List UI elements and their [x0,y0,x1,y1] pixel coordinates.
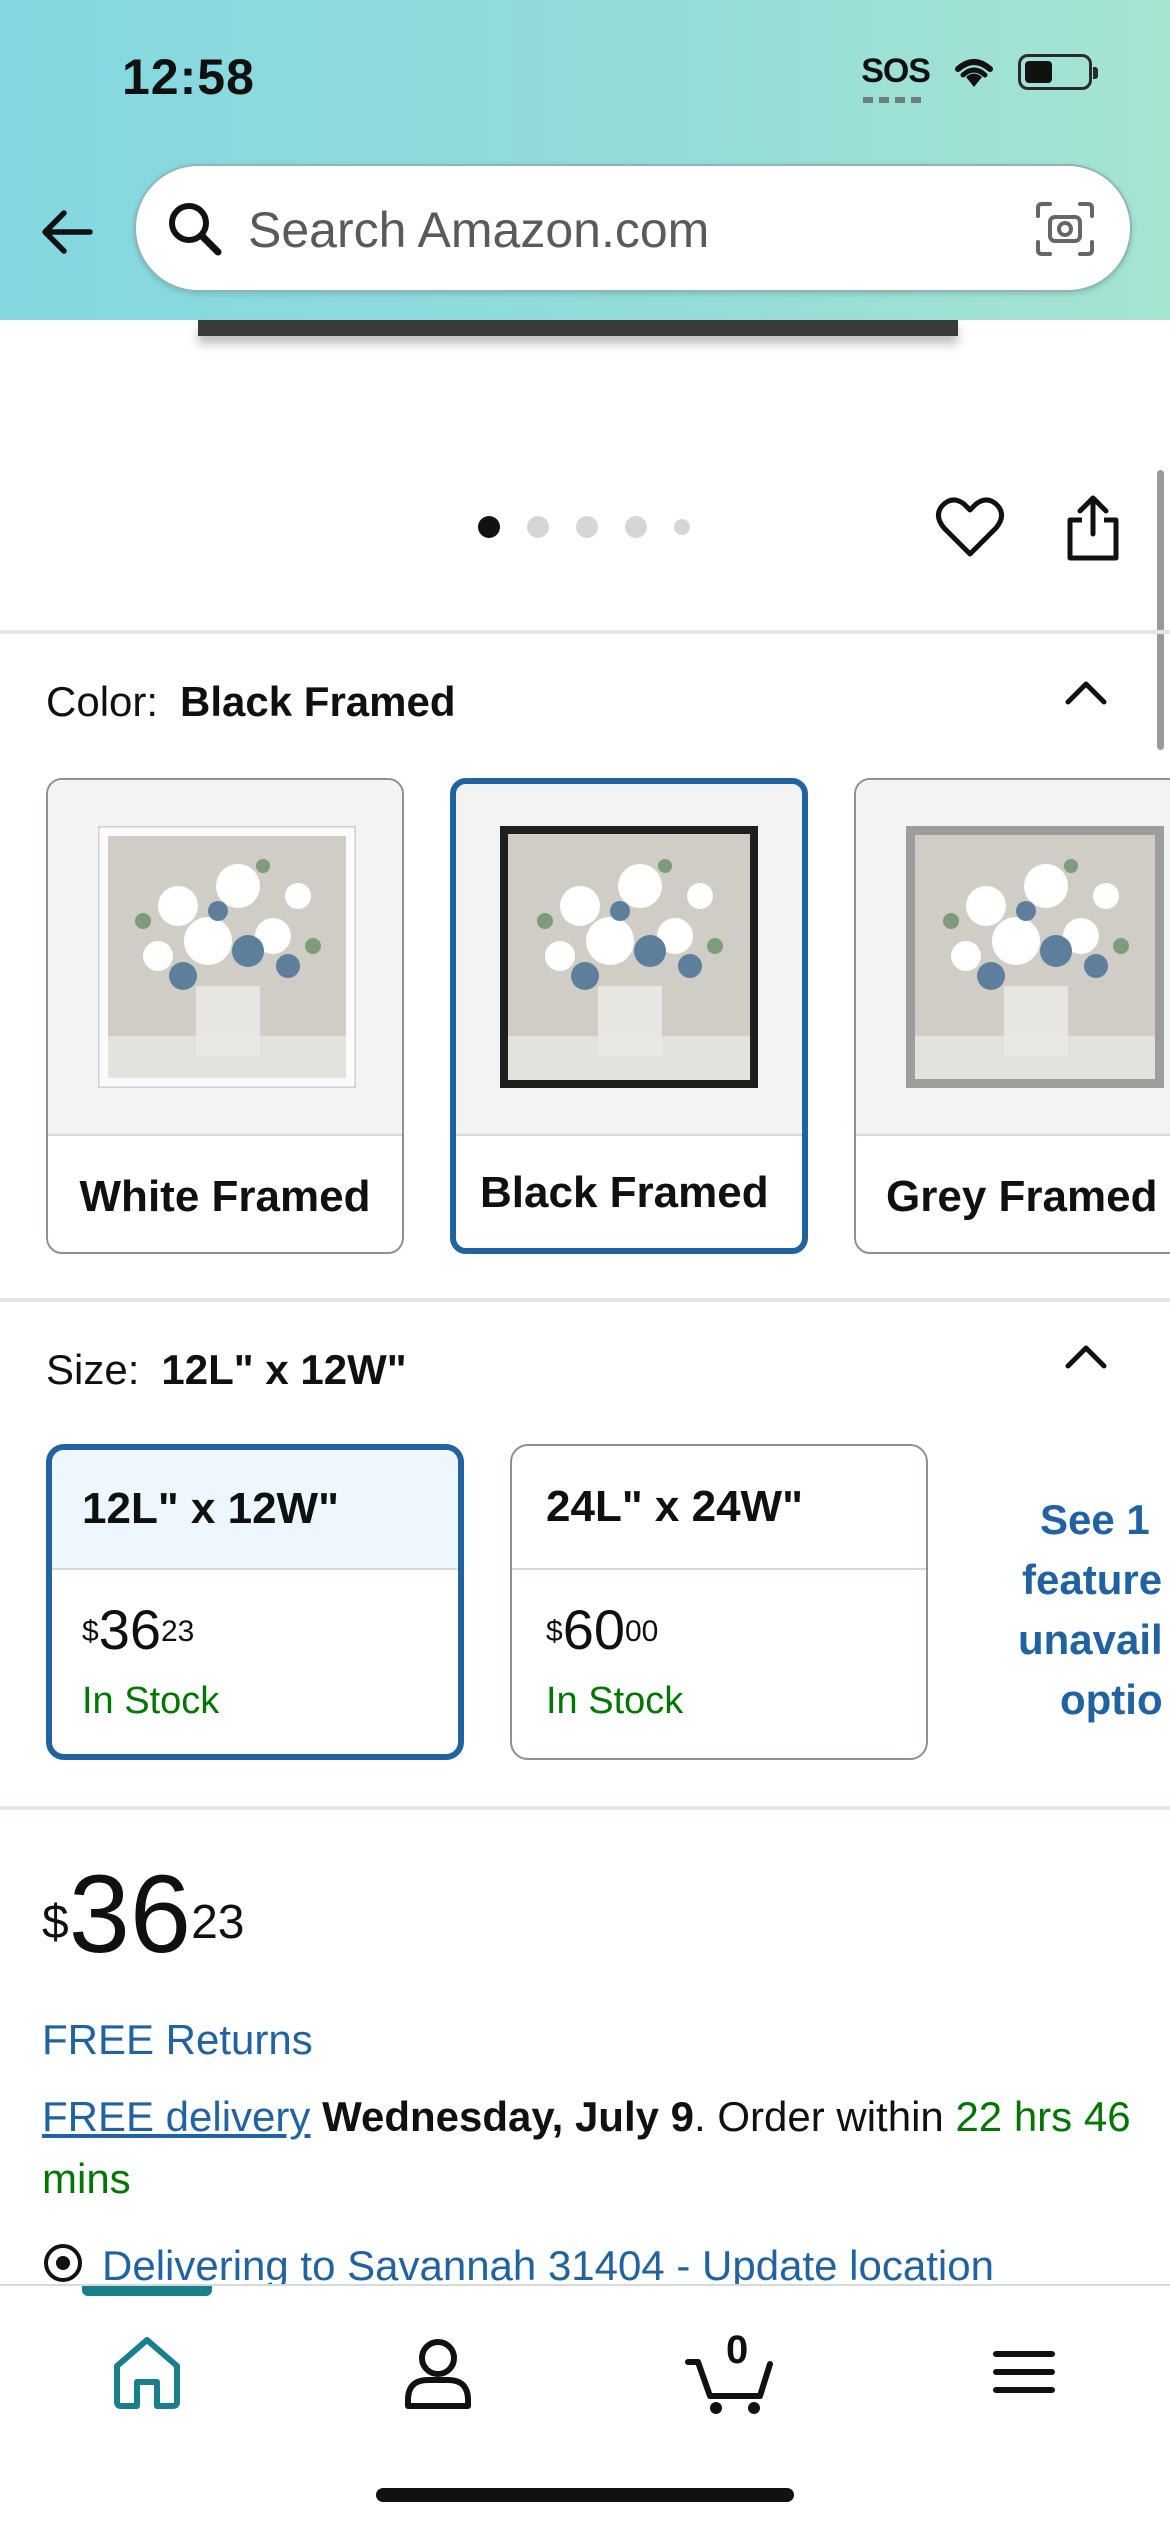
delivery-date: Wednesday, July 9 [322,2093,695,2140]
app-header: 12:58 SOS [0,0,1170,320]
price-cents: 00 [624,1615,659,1648]
see-unavailable-options-link[interactable]: See 1 feature unavail optio [990,1490,1170,1730]
camera-search-icon[interactable] [1034,200,1096,258]
size-label: Size: [46,1346,140,1393]
size-option-price: $3623 [82,1602,194,1658]
currency-symbol: $ [82,1615,99,1648]
cart-button[interactable]: 0 [682,2322,782,2422]
home-indicator-bar[interactable] [376,2488,794,2502]
active-tab-indicator [82,2286,212,2296]
color-selected-value: Black Framed [180,678,456,725]
carousel-dot[interactable] [674,519,690,535]
section-divider [0,1298,1170,1302]
carousel-dot[interactable] [576,516,598,538]
color-option-black-framed[interactable]: Black Framed [450,778,808,1254]
price-whole: 36 [68,1853,192,1976]
size-selected-value: 12L" x 12W" [161,1346,407,1393]
sos-label: SOS [861,52,931,90]
battery-icon [1018,53,1098,90]
currency-symbol: $ [546,1615,563,1648]
free-returns-link[interactable]: FREE Returns [42,2016,313,2064]
floral-art-thumbnail [98,826,356,1088]
order-within-text: . Order within [694,2093,956,2140]
product-image-frame-edge[interactable] [198,320,958,336]
chevron-up-icon[interactable] [1060,672,1112,712]
price-whole: 60 [562,1598,625,1661]
section-divider [0,1806,1170,1810]
color-label: Color: [46,678,159,725]
product-price: $3623 [42,1860,244,1970]
sos-signal-dots [863,97,922,103]
see-unavailable-line: feature [1022,1556,1163,1603]
color-option-grey-framed[interactable]: Grey Framed [854,778,1170,1254]
menu-icon[interactable] [974,2322,1074,2422]
carousel-dot[interactable] [625,516,647,538]
delivery-info: FREE delivery Wednesday, July 9. Order w… [42,2086,1132,2210]
swatch-image [856,780,1170,1136]
size-section-label: Size: 12L" x 12W" [46,1346,407,1394]
section-divider [0,630,1170,634]
price-whole: 36 [98,1598,161,1661]
search-bar[interactable] [134,164,1132,292]
size-option-name: 12L" x 12W" [52,1450,458,1570]
back-arrow-icon[interactable] [36,200,100,264]
carousel-dot[interactable] [527,516,549,538]
swatch-image [456,784,802,1136]
carousel-dot[interactable] [478,516,500,538]
size-option-name: 24L" x 24W" [512,1446,926,1570]
see-unavailable-line: See 1 [1040,1496,1150,1543]
home-icon[interactable] [97,2322,197,2422]
search-input[interactable] [248,190,1008,270]
status-icons: SOS [861,52,1098,103]
swatch-label: Black Framed [480,1168,769,1217]
size-option-price: $6000 [546,1602,658,1658]
floral-art-thumbnail [500,826,758,1088]
see-unavailable-line: unavail [1018,1616,1163,1663]
search-icon [169,203,222,256]
swatch-image [48,780,402,1136]
sos-indicator: SOS [861,52,931,103]
color-option-white-framed[interactable]: White Framed [46,778,404,1254]
free-delivery-link[interactable]: FREE delivery [42,2093,310,2140]
currency-symbol: $ [42,1896,69,1949]
cart-count: 0 [726,2328,749,2372]
swatch-label: Grey Framed [886,1172,1158,1221]
image-carousel-dots [478,516,690,538]
location-target-icon [44,2244,82,2282]
size-option-12x12[interactable]: 12L" x 12W" $3623 In Stock [46,1444,464,1760]
stock-status: In Stock [546,1680,684,1722]
color-section-label: Color: Black Framed [46,678,456,726]
heart-icon[interactable] [934,492,1006,564]
stock-status: In Stock [82,1680,220,1722]
price-cents: 23 [191,1896,245,1949]
size-option-24x24[interactable]: 24L" x 24W" $6000 In Stock [510,1444,928,1760]
delivery-location-link[interactable]: Delivering to Savannah 31404 - Update lo… [42,2242,994,2290]
swatch-label: White Framed [79,1172,371,1221]
see-unavailable-line: optio [1060,1676,1163,1723]
chevron-up-icon[interactable] [1060,1336,1112,1376]
battery-level [1025,60,1052,83]
price-cents: 23 [160,1615,195,1648]
status-time: 12:58 [122,49,255,105]
wifi-icon [955,58,993,87]
share-icon[interactable] [1062,492,1124,564]
scrollbar[interactable] [1157,470,1164,750]
delivery-location-text: Delivering to Savannah 31404 - Update lo… [102,2242,994,2289]
floral-art-thumbnail [906,826,1164,1088]
account-icon[interactable] [388,2322,488,2422]
